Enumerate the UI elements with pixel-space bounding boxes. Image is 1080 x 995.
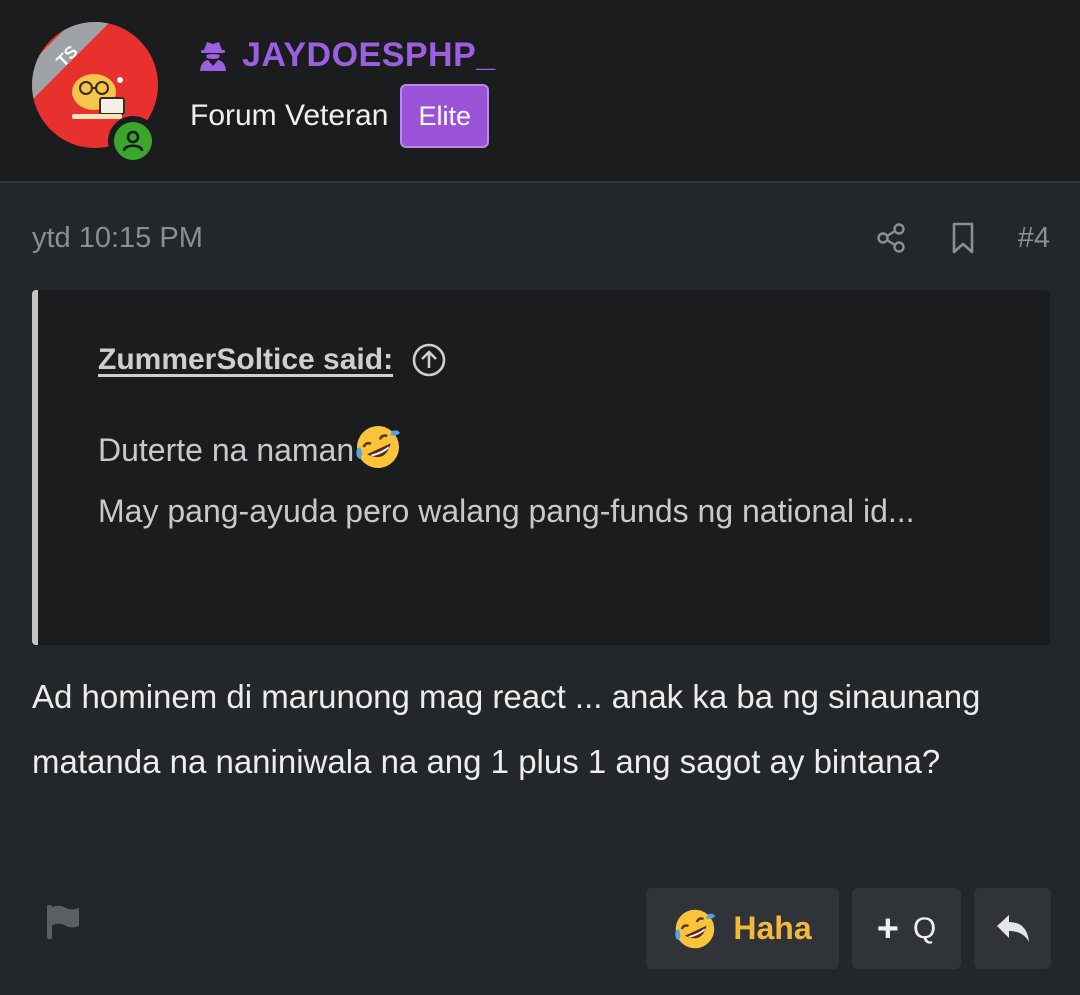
forum-post: TS JAYDOESPHP_ Forum Veteran Elite ytd 1… (0, 0, 1080, 995)
quote-text: Duterte na naman (98, 432, 355, 468)
user-title-row: Forum Veteran Elite (190, 84, 489, 148)
quote-line: Duterte na naman (98, 420, 998, 481)
quoted-post: ZummerSoltice said: Duterte na naman May… (32, 290, 1050, 645)
reply-icon (996, 914, 1029, 942)
post-meta-row: ytd 10:15 PM #4 (32, 215, 1050, 261)
post-meta-actions: #4 (874, 221, 1050, 255)
username-row: JAYDOESPHP_ (196, 34, 496, 76)
quote-body: Duterte na naman May pang-ayuda pero wal… (98, 420, 998, 542)
username-link[interactable]: JAYDOESPHP_ (242, 36, 496, 75)
rofl-emoji-icon (356, 426, 401, 468)
bookmark-icon[interactable] (946, 221, 980, 255)
multi-quote-button[interactable]: + Q (852, 888, 961, 969)
rofl-emoji-icon (675, 909, 716, 948)
post-number-link[interactable]: #4 (1018, 222, 1050, 255)
quote-line: May pang-ayuda pero walang pang-funds ng… (98, 493, 915, 529)
arrow-up-circle-icon[interactable] (411, 342, 447, 378)
post-header: TS JAYDOESPHP_ Forum Veteran Elite (0, 0, 1080, 183)
flag-icon[interactable] (44, 902, 82, 940)
quote-author-link[interactable]: ZummerSoltice said: (98, 343, 393, 377)
quote-label: Q (912, 911, 937, 945)
user-icon (122, 130, 144, 152)
reaction-label: Haha (733, 910, 812, 946)
post-message: Ad hominem di marunong mag react ... ana… (32, 678, 981, 780)
reply-button[interactable] (974, 888, 1051, 969)
user-secret-icon (200, 42, 226, 71)
user-banner-badge: Elite (400, 84, 489, 148)
user-title: Forum Veteran (190, 99, 389, 132)
online-status-indicator (108, 116, 158, 166)
plus-icon: + (876, 907, 899, 950)
reaction-haha-button[interactable]: Haha (646, 888, 839, 969)
quote-header: ZummerSoltice said: (98, 342, 447, 378)
share-icon[interactable] (874, 221, 908, 255)
post-timestamp[interactable]: ytd 10:15 PM (32, 222, 203, 255)
